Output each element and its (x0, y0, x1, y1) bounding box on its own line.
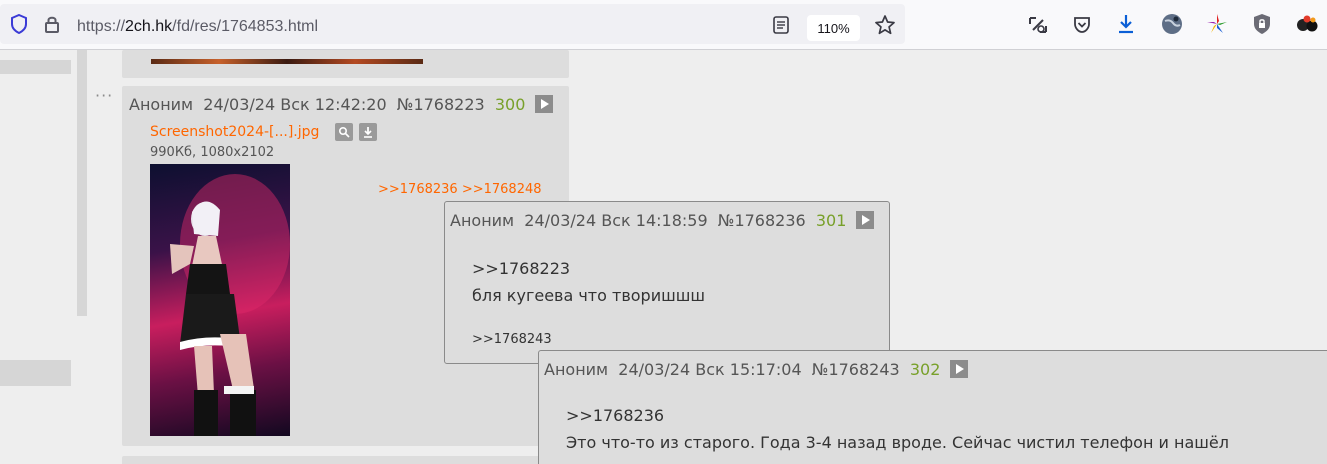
message-text: бля кугеева что творишшш (472, 286, 706, 305)
url-host: 2ch.hk (125, 18, 173, 35)
play-icon[interactable] (534, 95, 553, 113)
url-bar[interactable]: https://2ch.hk/fd/res/1764853.html 110% (0, 4, 905, 44)
popup-number[interactable]: №1768243 (812, 360, 900, 379)
lock-icon[interactable] (42, 14, 62, 34)
post-header: Аноним 24/03/24 Вск 12:42:20 №1768223 30… (129, 95, 553, 114)
download-icon[interactable] (1114, 12, 1138, 36)
image-search-icon[interactable] (335, 123, 353, 141)
file-download-icon[interactable] (359, 123, 377, 141)
url-text[interactable]: https://2ch.hk/fd/res/1764853.html (77, 18, 318, 36)
message-text: Это что-то из старого. Года 3-4 назад вр… (566, 433, 1229, 452)
previous-post-image-edge[interactable] (151, 59, 423, 64)
play-icon[interactable] (855, 211, 874, 229)
popup-date: 24/03/24 Вск 14:18:59 (524, 211, 708, 230)
pocket-icon[interactable] (1070, 13, 1094, 37)
quote-link[interactable]: >>1768236 (566, 406, 664, 425)
reply-link-1768243[interactable]: >>1768243 (472, 332, 552, 347)
popup-date: 24/03/24 Вск 15:17:04 (618, 360, 802, 379)
popup-header: Аноним 24/03/24 Вск 14:18:59 №1768236 30… (450, 211, 874, 230)
shield-icon[interactable] (9, 14, 29, 34)
post-image-thumbnail[interactable] (150, 164, 290, 436)
reader-view-icon[interactable] (772, 16, 790, 34)
popup-index: 302 (909, 360, 941, 379)
next-post-top (122, 456, 569, 464)
extension-balls-icon[interactable] (1294, 12, 1320, 36)
popup-number[interactable]: №1768236 (718, 211, 806, 230)
privacy-badge-icon[interactable] (1250, 12, 1274, 36)
reply-popup-1768243: Аноним 24/03/24 Вск 15:17:04 №1768243 30… (538, 350, 1327, 464)
globe-avatar-icon[interactable] (1160, 12, 1184, 36)
colorful-star-extension-icon[interactable] (1205, 12, 1229, 36)
file-link[interactable]: Screenshot2024-[...].jpg (150, 124, 319, 140)
play-icon[interactable] (949, 360, 968, 378)
reply-popup-1768236: Аноним 24/03/24 Вск 14:18:59 №1768236 30… (444, 201, 890, 364)
bookmark-star-icon[interactable] (874, 14, 896, 36)
file-name[interactable]: Screenshot2024-[...].jpg (150, 124, 319, 140)
thread-indent-bar (77, 50, 87, 316)
post-menu-dots[interactable]: ··· (95, 86, 113, 105)
url-prefix: https:// (77, 18, 126, 35)
reply-link-1768248[interactable]: >>1768248 (462, 182, 542, 197)
extension-icon[interactable] (1026, 13, 1050, 37)
zoom-level-button[interactable]: 110% (807, 15, 860, 41)
browser-toolbar: https://2ch.hk/fd/res/1764853.html 110% (0, 0, 1327, 50)
post-number[interactable]: №1768223 (397, 95, 485, 114)
reply-link-1768236[interactable]: >>1768236 (378, 182, 458, 197)
sidebar-strip (0, 60, 71, 74)
popup-index: 301 (815, 211, 847, 230)
post-author: Аноним (129, 95, 194, 114)
file-info: 990Кб, 1080x2102 (150, 145, 275, 160)
popup-header: Аноним 24/03/24 Вск 15:17:04 №1768243 30… (544, 360, 968, 379)
popup-author: Аноним (450, 211, 515, 230)
quote-link[interactable]: >>1768223 (472, 259, 570, 278)
previous-post-tail (122, 50, 569, 78)
post-replies: >>1768236 >>1768248 (378, 182, 542, 197)
thread-page: ··· Аноним 24/03/24 Вск 12:42:20 №176822… (0, 50, 1327, 464)
sidebar-block (0, 360, 71, 386)
popup-author: Аноним (544, 360, 609, 379)
url-path: /fd/res/1764853.html (172, 18, 319, 35)
post-index: 300 (494, 95, 526, 114)
post-date: 24/03/24 Вск 12:42:20 (203, 95, 387, 114)
